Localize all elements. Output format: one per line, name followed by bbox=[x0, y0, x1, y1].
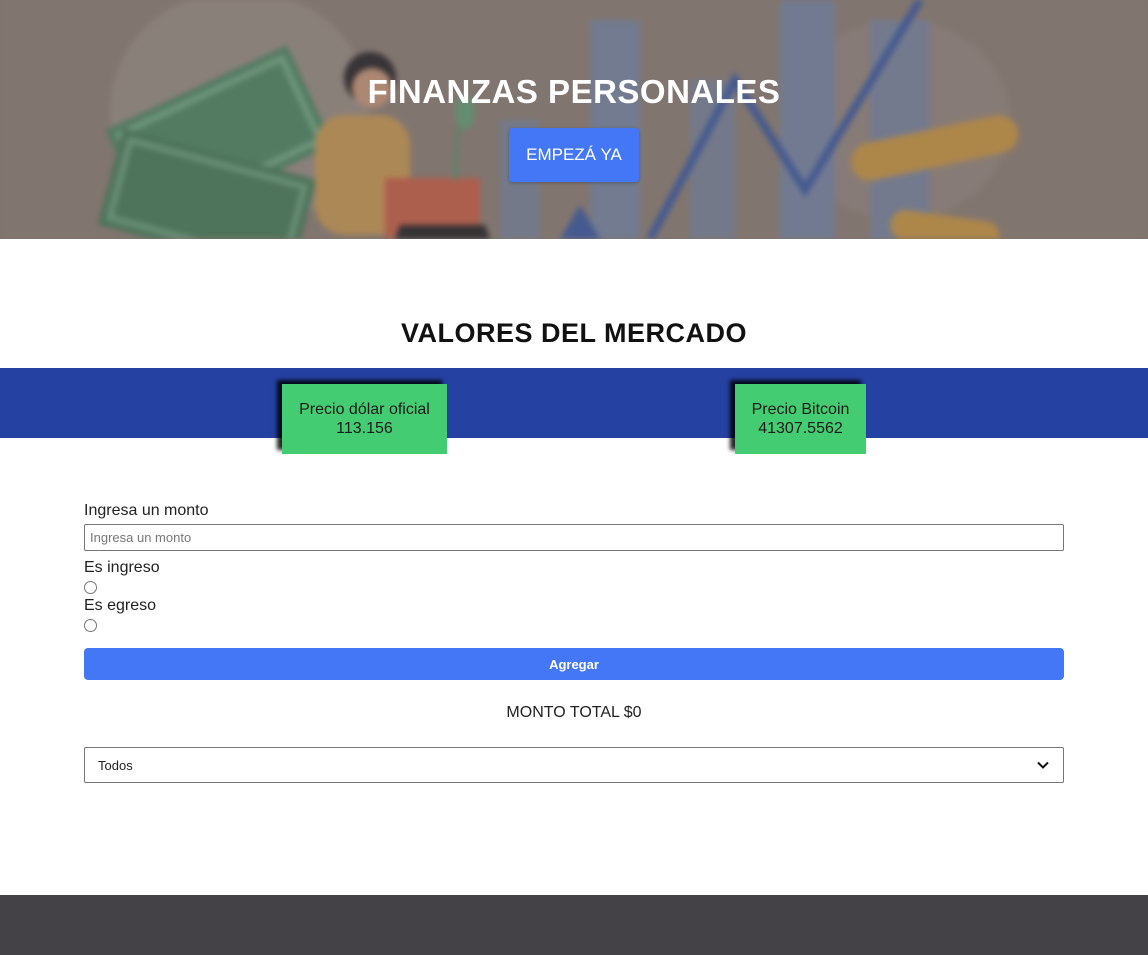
amount-label: Ingresa un monto bbox=[84, 502, 209, 519]
filter-select[interactable]: Todos bbox=[84, 747, 1064, 783]
start-now-button[interactable]: EMPEZÁ YA bbox=[509, 128, 639, 182]
filter-selected-value: Todos bbox=[98, 757, 133, 773]
dolar-price-card: Precio dólar oficial 113.156 bbox=[282, 384, 447, 454]
market-band bbox=[0, 368, 1148, 438]
hero-overlay bbox=[0, 0, 1148, 239]
bitcoin-price-value: 41307.5562 bbox=[758, 420, 843, 437]
amount-input[interactable] bbox=[84, 524, 1064, 551]
income-label: Es ingreso bbox=[84, 559, 160, 576]
dolar-price-value: 113.156 bbox=[336, 420, 393, 437]
market-section-title: VALORES DEL MERCADO bbox=[400, 318, 748, 348]
hero-title: FINANZAS PERSONALES bbox=[367, 73, 781, 110]
total-amount: MONTO TOTAL $0 bbox=[506, 704, 642, 721]
add-button[interactable]: Agregar bbox=[84, 648, 1064, 680]
expense-radio[interactable] bbox=[84, 619, 97, 632]
dolar-price-label: Precio dólar oficial bbox=[299, 401, 430, 418]
bitcoin-price-label: Precio Bitcoin bbox=[751, 401, 850, 418]
chevron-down-icon bbox=[1037, 761, 1049, 769]
bitcoin-price-card: Precio Bitcoin 41307.5562 bbox=[735, 384, 866, 454]
expense-label: Es egreso bbox=[84, 597, 157, 614]
hero-banner: FINANZAS PERSONALES EMPEZÁ YA bbox=[0, 0, 1148, 239]
footer bbox=[0, 895, 1148, 955]
income-radio[interactable] bbox=[84, 581, 97, 594]
